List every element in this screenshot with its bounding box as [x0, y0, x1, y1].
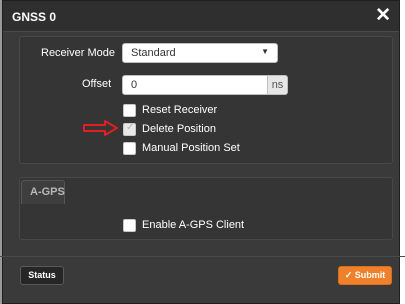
dialog-titlebar: GNSS 0 ✕	[3, 1, 399, 32]
offset-value: 0	[131, 79, 138, 91]
red-arrow-annotation	[83, 120, 118, 136]
receiver-mode-label: Receiver Mode	[41, 47, 115, 59]
manual-position-set-label[interactable]: Manual Position Set	[142, 142, 240, 154]
footer-divider	[0, 256, 405, 257]
submit-button[interactable]: ✓ Submit	[338, 266, 392, 285]
offset-label: Offset	[82, 78, 112, 90]
agps-section-label: A-GPS	[30, 186, 65, 198]
reset-receiver-label[interactable]: Reset Receiver	[142, 104, 217, 116]
enable-agps-label[interactable]: Enable A-GPS Client	[142, 219, 244, 231]
receiver-mode-select[interactable]: Standard ▼	[122, 43, 278, 63]
checkmark-icon: ✓	[126, 122, 135, 133]
offset-input[interactable]: 0	[122, 75, 268, 95]
delete-position-label[interactable]: Delete Position	[142, 123, 216, 135]
submit-label: Submit	[354, 270, 386, 280]
offset-unit-addon: ns	[267, 75, 288, 95]
dialog-title: GNSS 0	[12, 10, 57, 24]
checkmark-icon: ✓	[344, 270, 353, 280]
close-icon[interactable]: ✕	[375, 4, 391, 27]
chevron-down-icon: ▼	[261, 47, 269, 56]
delete-position-checkbox[interactable]: ✓	[123, 122, 136, 136]
manual-position-set-checkbox[interactable]	[123, 142, 136, 155]
status-button[interactable]: Status	[20, 266, 64, 285]
receiver-mode-value: Standard	[131, 47, 176, 59]
enable-agps-checkbox[interactable]	[123, 219, 136, 232]
reset-receiver-checkbox[interactable]	[123, 104, 136, 117]
